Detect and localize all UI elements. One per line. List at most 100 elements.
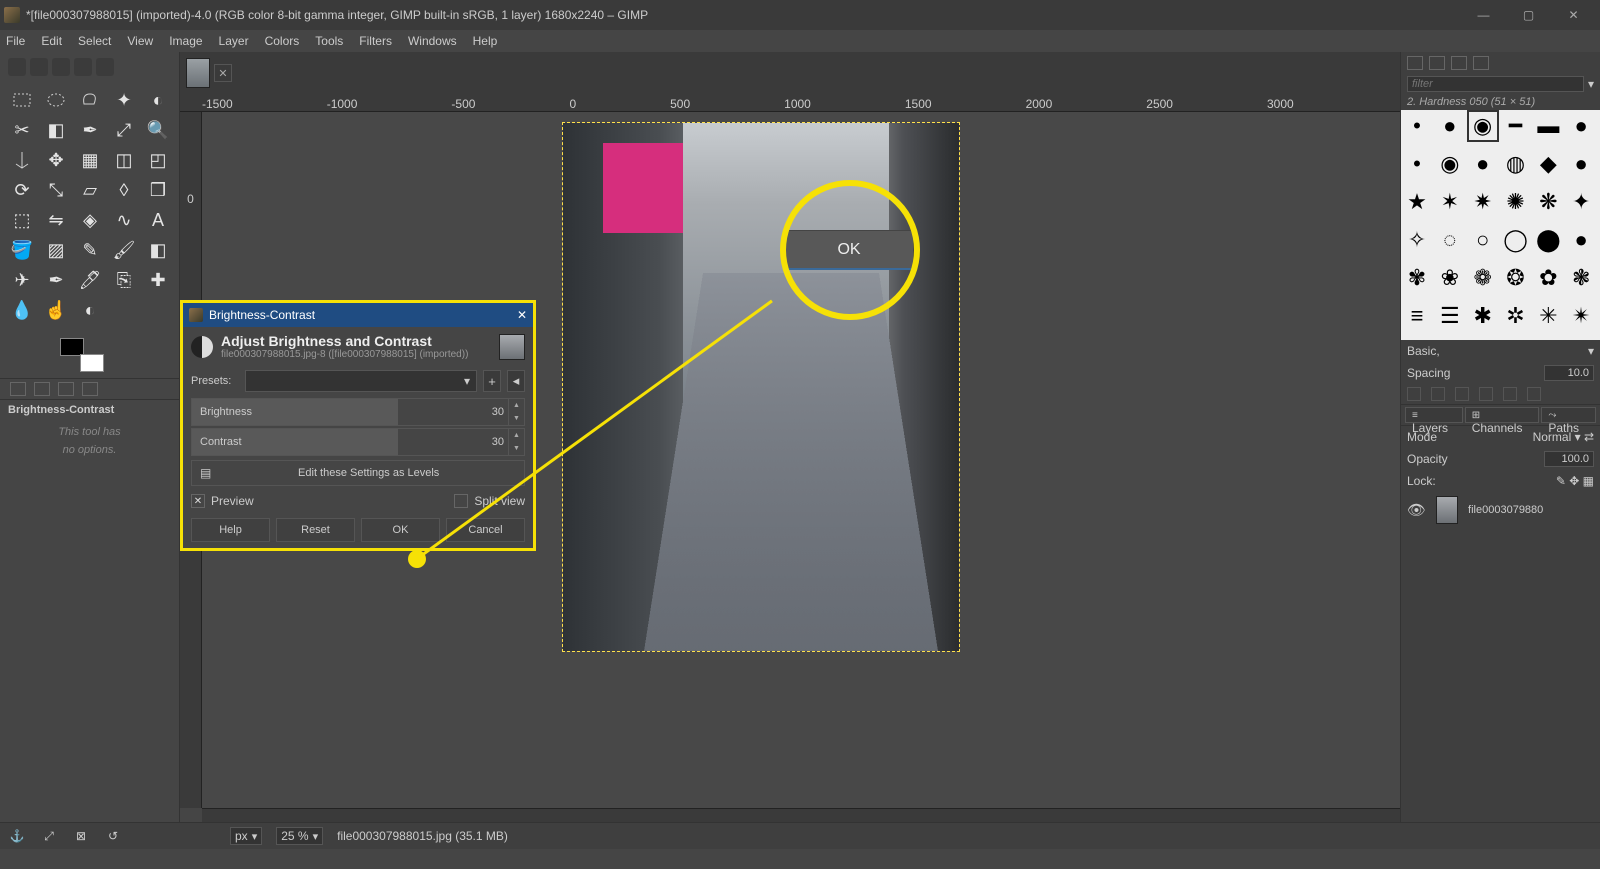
menu-windows[interactable]: Windows	[408, 34, 457, 48]
preview-checkbox[interactable]: ✕	[191, 494, 205, 508]
text-tool[interactable]: A	[144, 208, 172, 232]
patterns-tab[interactable]	[1429, 56, 1445, 70]
brush-item[interactable]: ❋	[1534, 188, 1562, 216]
foreground-select-tool[interactable]: ◧	[42, 118, 70, 142]
handle-transform-tool[interactable]: ⬚	[8, 208, 36, 232]
perspective-tool[interactable]: ◊	[110, 178, 138, 202]
brush-item[interactable]: ✳	[1534, 302, 1562, 330]
close-window-button[interactable]: ✕	[1551, 0, 1596, 30]
brush-item[interactable]: ●	[1567, 112, 1595, 140]
brush-item[interactable]: ●	[1436, 112, 1464, 140]
brush-item[interactable]: ━	[1502, 112, 1530, 140]
menu-file[interactable]: File	[6, 34, 25, 48]
image-tab[interactable]: ✕	[186, 56, 244, 90]
tool-options-tab[interactable]	[10, 382, 26, 396]
color-picker-tool[interactable]: ⤢	[110, 118, 138, 142]
brush-item[interactable]: ≡	[1403, 302, 1431, 330]
brush-item[interactable]: ❃	[1567, 264, 1595, 292]
blur-tool[interactable]: 💧	[8, 298, 36, 322]
mypaint-brush-tool[interactable]: 🖊	[76, 268, 104, 292]
image-tab-close[interactable]: ✕	[214, 64, 232, 82]
align-tool[interactable]: ▦	[76, 148, 104, 172]
layer-name[interactable]: file0003079880	[1468, 504, 1543, 516]
channels-tab[interactable]: ⊞ Channels	[1465, 407, 1540, 423]
dialog-close-button[interactable]: ✕	[517, 308, 527, 322]
brush-item[interactable]: ✶	[1436, 188, 1464, 216]
unit-selector[interactable]: px ▾	[230, 827, 262, 845]
brush-item[interactable]: ✷	[1469, 188, 1497, 216]
menu-layer[interactable]: Layer	[219, 34, 249, 48]
menu-select[interactable]: Select	[78, 34, 111, 48]
dialog-titlebar[interactable]: Brightness-Contrast ✕	[183, 303, 533, 327]
spin-down-icon[interactable]: ▼	[509, 442, 524, 455]
zoom-selector[interactable]: 25 % ▾	[276, 827, 323, 845]
chevron-down-icon[interactable]: ▾	[1588, 344, 1594, 358]
paths-tool[interactable]: ✒	[76, 118, 104, 142]
device-status-tab[interactable]	[34, 382, 50, 396]
layers-tab[interactable]: ≡ Layers	[1405, 407, 1463, 423]
spin-up-icon[interactable]: ▲	[509, 429, 524, 442]
brushes-tab[interactable]	[1407, 56, 1423, 70]
menu-image[interactable]: Image	[169, 34, 202, 48]
ink-tool[interactable]: ✒	[42, 268, 70, 292]
brush-item[interactable]: ✺	[1502, 188, 1530, 216]
measure-tool[interactable]	[8, 148, 36, 172]
spin-up-icon[interactable]: ▲	[509, 399, 524, 412]
clone-tool[interactable]: ⎘	[110, 268, 138, 292]
history-tab[interactable]	[1473, 56, 1489, 70]
brush-item[interactable]: •	[1403, 112, 1431, 140]
brush-item[interactable]: ●	[1567, 226, 1595, 254]
layer-visibility-icon[interactable]: 👁	[1407, 501, 1426, 519]
blend-mode-value[interactable]: Normal	[1533, 430, 1572, 444]
brush-item[interactable]: ◯	[1502, 226, 1530, 254]
pencil-tool[interactable]: ✎	[76, 238, 104, 262]
paintbrush-tool[interactable]: 🖌	[110, 238, 138, 262]
ok-button[interactable]: OK	[361, 518, 440, 542]
brush-item[interactable]: ❁	[1469, 264, 1497, 292]
edit-brush-icon[interactable]	[1407, 387, 1421, 401]
brush-item[interactable]: •	[1403, 150, 1431, 178]
brush-item[interactable]: ◉	[1436, 150, 1464, 178]
brush-item[interactable]: ✱	[1469, 302, 1497, 330]
sb-close-icon[interactable]: ⊠	[72, 827, 90, 845]
move-tool[interactable]: ✥	[42, 148, 70, 172]
delete-brush-icon[interactable]	[1479, 387, 1493, 401]
minimize-button[interactable]: —	[1461, 0, 1506, 30]
brush-item[interactable]: ✿	[1534, 264, 1562, 292]
brush-item[interactable]: ✾	[1403, 264, 1431, 292]
layer-row[interactable]: 👁 file0003079880	[1401, 492, 1600, 528]
scale-tool[interactable]: ⤡	[42, 178, 70, 202]
brush-item[interactable]: ◍	[1502, 150, 1530, 178]
help-button[interactable]: Help	[191, 518, 270, 542]
airbrush-tool[interactable]: ✈	[8, 268, 36, 292]
heal-tool[interactable]: ✚	[144, 268, 172, 292]
brush-item[interactable]: ❀	[1436, 264, 1464, 292]
menu-tools[interactable]: Tools	[315, 34, 343, 48]
brush-item[interactable]: ◆	[1534, 150, 1562, 178]
free-select-tool[interactable]	[76, 88, 104, 112]
split-view-checkbox[interactable]	[454, 494, 468, 508]
gradient-tool[interactable]: ▨	[42, 238, 70, 262]
sb-expand-icon[interactable]: ⤢	[40, 827, 58, 845]
shear-tool[interactable]: ▱	[76, 178, 104, 202]
sb-anchor-icon[interactable]: ⚓	[8, 827, 26, 845]
brush-item[interactable]: ✦	[1567, 188, 1595, 216]
3d-transform-tool[interactable]: ❒	[144, 178, 172, 202]
sb-reset-icon[interactable]: ↺	[104, 827, 122, 845]
brush-item[interactable]: ⬤	[1534, 226, 1562, 254]
brightness-slider[interactable]: Brightness 30 ▲▼	[191, 398, 525, 426]
brush-item[interactable]: ☰	[1436, 302, 1464, 330]
warp-tool[interactable]: ∿	[110, 208, 138, 232]
scissors-tool[interactable]: ✂	[8, 118, 36, 142]
fonts-tab[interactable]	[1451, 56, 1467, 70]
spacing-input[interactable]	[1544, 365, 1594, 381]
eraser-tool[interactable]: ◧	[144, 238, 172, 262]
refresh-brushes-icon[interactable]	[1503, 387, 1517, 401]
ellipse-select-tool[interactable]	[42, 88, 70, 112]
spin-down-icon[interactable]: ▼	[509, 412, 524, 425]
brush-item[interactable]: ◌	[1436, 226, 1464, 254]
presets-dropdown[interactable]: ▾	[245, 370, 477, 392]
crop-tool[interactable]: ◫	[110, 148, 138, 172]
new-brush-icon[interactable]	[1431, 387, 1445, 401]
smudge-tool[interactable]: ☝	[42, 298, 70, 322]
